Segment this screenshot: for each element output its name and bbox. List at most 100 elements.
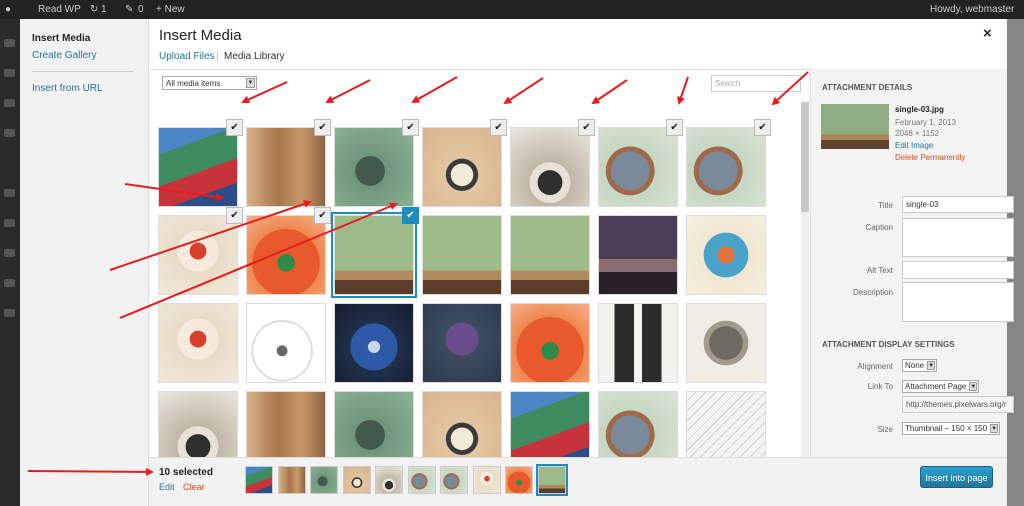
checkmark-icon[interactable]: ✔	[666, 119, 683, 136]
media-thumbnail-cartoon-beetle[interactable]	[422, 391, 502, 458]
menu-separator	[32, 71, 134, 72]
users-icon[interactable]	[4, 249, 15, 257]
checkmark-icon[interactable]: ✔	[226, 207, 243, 224]
size-select[interactable]: Thumbnail – 150 × 150 ▼	[902, 422, 1001, 435]
selected-thumbnail-robot-sketch[interactable]	[277, 466, 306, 494]
admin-bar-updates-count[interactable]: 1	[101, 4, 107, 15]
menu-insert-from-url[interactable]: Insert from URL	[32, 83, 103, 94]
admin-bar-comments-count[interactable]: 0	[138, 4, 144, 15]
updates-icon[interactable]: ↻	[90, 4, 98, 15]
media-thumbnail-green-sketch[interactable]	[334, 127, 414, 207]
menu-insert-media[interactable]: Insert Media	[32, 33, 90, 44]
menu-create-gallery[interactable]: Create Gallery	[32, 50, 96, 61]
alt-text-field[interactable]	[902, 261, 1014, 279]
attachment-filename: single-03.jpg	[895, 105, 944, 114]
clear-selection-link[interactable]: Clear	[183, 482, 205, 492]
size-value: Thumbnail – 150 × 150	[905, 424, 988, 433]
edit-selection-link[interactable]: Edit	[159, 482, 175, 492]
close-icon[interactable]: ×	[983, 25, 992, 42]
media-thumbnail-bw-character[interactable]	[598, 303, 678, 383]
media-thumbnail-girl-on-cow[interactable]	[158, 391, 238, 458]
media-thumbnail-dog-sketch[interactable]	[246, 303, 326, 383]
grid-scrollbar[interactable]	[801, 102, 809, 458]
caption-field[interactable]	[902, 218, 1014, 257]
media-thumbnail-octopus[interactable]	[422, 303, 502, 383]
link-url-field[interactable]: http://themes.pixelwars.org/r	[902, 396, 1014, 413]
link-to-select[interactable]: Attachment Page ▼	[902, 380, 980, 393]
selected-thumbnail-girl-on-cow[interactable]	[375, 466, 403, 494]
selected-thumbnail-desert-scene[interactable]	[535, 464, 568, 496]
media-thumbnail-viking-girl[interactable]	[686, 215, 766, 295]
media-thumbnail-pencil-sketch[interactable]	[686, 391, 766, 458]
media-thumbnail-blue-machine[interactable]	[334, 303, 414, 383]
media-thumbnail-cartoon-beetle[interactable]	[422, 127, 502, 207]
description-label: Description	[852, 288, 893, 297]
selected-thumbnail-elephant-deer[interactable]	[407, 466, 436, 494]
selected-thumbnail-green-sketch[interactable]	[310, 466, 338, 494]
alignment-select[interactable]: None ▼	[902, 359, 938, 372]
comments-menu-icon[interactable]	[4, 129, 15, 137]
comments-icon[interactable]: ✎	[125, 4, 133, 15]
media-menu: Insert Media Create Gallery Insert from …	[20, 19, 149, 506]
attachment-date: February 1, 2013	[895, 118, 956, 127]
tab-media-library[interactable]: Media Library	[217, 51, 285, 62]
media-thumbnail-robot-sketch[interactable]	[246, 127, 326, 207]
media-thumbnail-green-sketch[interactable]	[334, 391, 414, 458]
chevron-down-icon: ▼	[990, 424, 999, 433]
link-to-label: Link To	[867, 382, 893, 391]
appearance-icon[interactable]	[4, 189, 15, 197]
media-thumbnail-dusk-scene[interactable]	[598, 215, 678, 295]
media-thumbnail-superman-hulk[interactable]	[510, 391, 590, 458]
media-thumbnail-elephant-deer[interactable]	[686, 127, 766, 207]
posts-icon[interactable]	[4, 39, 15, 47]
attachment-dimensions: 2048 × 1152	[895, 129, 940, 138]
selected-thumbnail-red-hair-girl[interactable]	[505, 466, 533, 494]
admin-bar-new[interactable]: + New	[156, 4, 185, 15]
description-field[interactable]	[902, 282, 1014, 322]
size-label: Size	[877, 425, 893, 434]
title-field[interactable]: single-03	[902, 196, 1014, 213]
checkmark-icon[interactable]: ✔	[490, 119, 507, 136]
selected-thumbnail-cartoon-beetle[interactable]	[342, 466, 371, 494]
pages-icon[interactable]	[4, 99, 15, 107]
media-icon[interactable]	[4, 69, 15, 77]
media-filter-select[interactable]: All media items ▼	[162, 76, 257, 90]
media-thumbnail-desert-scene[interactable]	[510, 215, 590, 295]
media-thumbnail-robot-sketch[interactable]	[246, 391, 326, 458]
link-to-value: Attachment Page	[905, 382, 967, 391]
admin-bar-site-name[interactable]: Read WP	[38, 4, 81, 15]
media-thumbnail-elephant-deer[interactable]	[598, 127, 678, 207]
tab-upload-files[interactable]: Upload Files	[159, 51, 215, 62]
media-thumbnail-desert-scene[interactable]	[422, 215, 502, 295]
insert-into-page-button[interactable]: Insert into page	[920, 466, 993, 488]
media-thumbnail-flower-fairy[interactable]	[158, 303, 238, 383]
admin-bar-howdy[interactable]: Howdy, webmaster	[930, 4, 1014, 15]
media-thumbnail-red-hair-girl[interactable]	[510, 303, 590, 383]
media-thumbnail-flower-fairy[interactable]	[158, 215, 238, 295]
scrollbar-thumb[interactable]	[801, 102, 809, 212]
selected-thumbnail-flower-fairy[interactable]	[472, 466, 501, 494]
checkmark-icon[interactable]: ✔	[402, 119, 419, 136]
selected-thumbnail-superman-hulk[interactable]	[245, 466, 273, 494]
checkmark-icon[interactable]: ✔	[754, 119, 771, 136]
selected-thumbnail-elephant-deer[interactable]	[440, 466, 468, 494]
checkmark-icon[interactable]: ✔	[402, 207, 419, 224]
media-thumbnail-red-hair-girl[interactable]	[246, 215, 326, 295]
edit-image-link[interactable]: Edit Image	[895, 141, 933, 150]
display-settings-heading: ATTACHMENT DISPLAY SETTINGS	[822, 340, 955, 349]
media-thumbnail-elephant-deer[interactable]	[598, 391, 678, 458]
checkmark-icon[interactable]: ✔	[578, 119, 595, 136]
checkmark-icon[interactable]: ✔	[226, 119, 243, 136]
media-thumbnail-gorilla-sketch[interactable]	[686, 303, 766, 383]
delete-permanently-link[interactable]: Delete Permanently	[895, 153, 965, 162]
media-thumbnail-desert-scene[interactable]	[331, 212, 417, 298]
media-thumbnail-girl-on-cow[interactable]	[510, 127, 590, 207]
plugins-icon[interactable]	[4, 219, 15, 227]
search-input[interactable]: Search	[711, 75, 801, 92]
checkmark-icon[interactable]: ✔	[314, 207, 331, 224]
tools-icon[interactable]	[4, 279, 15, 287]
checkmark-icon[interactable]: ✔	[314, 119, 331, 136]
media-thumbnail-superman-hulk[interactable]	[158, 127, 238, 207]
wordpress-logo-icon[interactable]: ●	[5, 4, 11, 15]
settings-icon[interactable]	[4, 309, 15, 317]
